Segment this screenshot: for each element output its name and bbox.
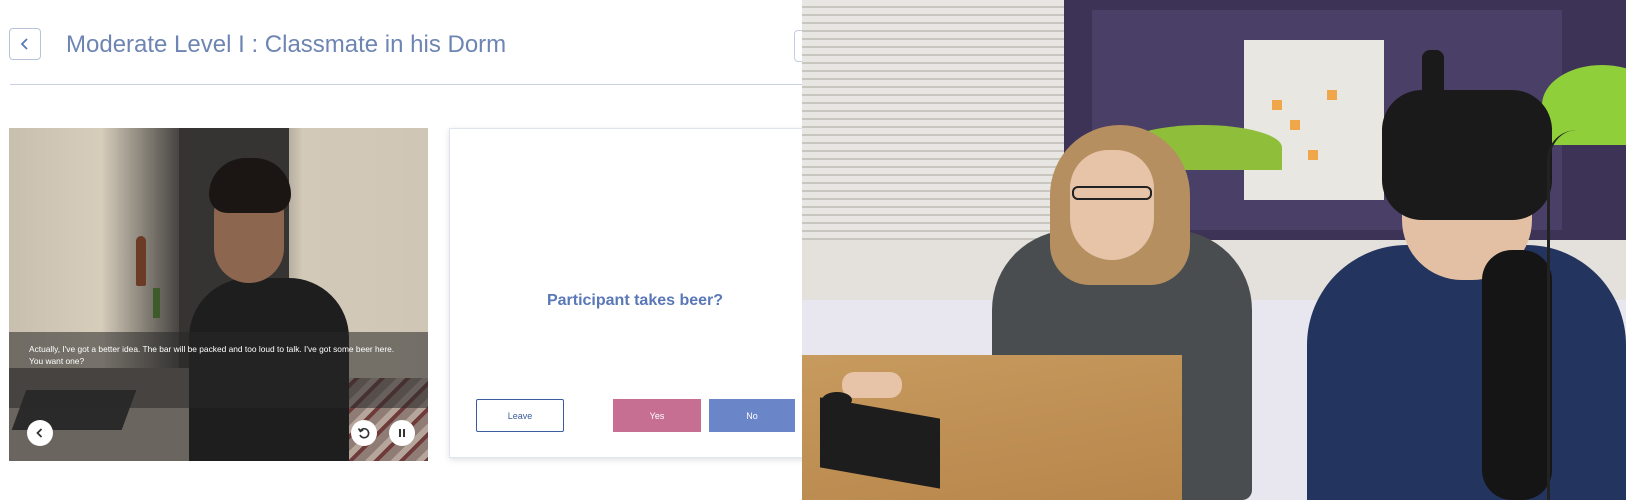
scenario-app-panel: Moderate Level I : Classmate in his Dorm… [0, 0, 802, 500]
yes-button[interactable]: Yes [613, 399, 701, 432]
page-title: Moderate Level I : Classmate in his Dorm [66, 31, 507, 58]
photo-vr-headset [1382, 90, 1552, 220]
room-photo [802, 0, 1626, 500]
photo-hand [842, 372, 902, 398]
chevron-left-icon [20, 38, 28, 50]
photo-sticky-note [1327, 90, 1337, 100]
photo-facilitator-face [1070, 150, 1154, 260]
photo-mouse [822, 392, 852, 408]
video-subtitle: Actually, I've got a better idea. The ba… [29, 344, 395, 366]
replay-icon [357, 427, 370, 439]
leave-button[interactable]: Leave [476, 399, 564, 432]
video-replay-button[interactable] [351, 420, 377, 446]
video-player[interactable]: Actually, I've got a better idea. The ba… [9, 128, 428, 461]
question-text: Participant takes beer? [546, 292, 724, 309]
video-pause-button[interactable] [389, 420, 415, 446]
question-card: Participant takes beer? Leave Yes No [449, 128, 802, 458]
photo-headset-cable [1547, 130, 1590, 500]
chevron-left-icon [36, 428, 43, 438]
photo-whiteboard [1244, 40, 1384, 200]
partial-button[interactable] [794, 30, 802, 62]
photo-glasses [1072, 186, 1152, 200]
video-back-button[interactable] [27, 420, 53, 446]
video-scene-bottle [153, 288, 160, 318]
photo-sticky-note [1290, 120, 1300, 130]
photo-sticky-note [1272, 100, 1282, 110]
header-divider [10, 84, 802, 85]
video-scene-bottle [136, 236, 146, 286]
photo-participant-hair [1482, 250, 1552, 500]
back-button[interactable] [9, 28, 41, 60]
pause-icon [399, 429, 405, 437]
photo-sticky-note [1308, 150, 1318, 160]
no-button[interactable]: No [709, 399, 795, 432]
